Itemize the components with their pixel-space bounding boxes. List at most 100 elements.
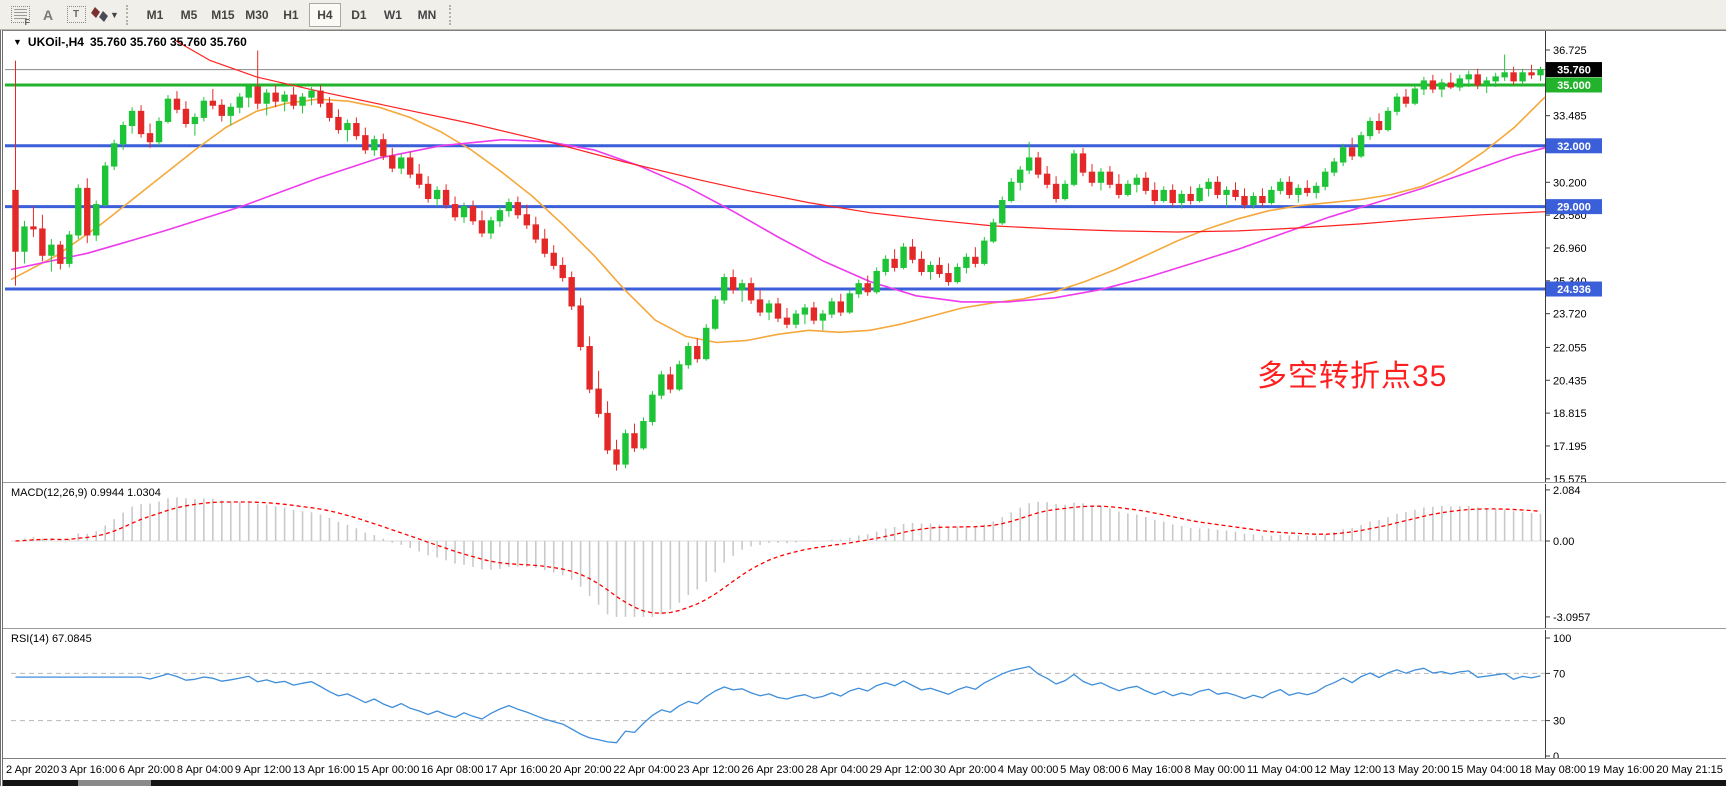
candle-body <box>865 284 870 292</box>
candle-body <box>1430 81 1435 89</box>
candle-body <box>1475 75 1480 85</box>
arrows-tool-button[interactable]: ▼ <box>91 3 120 27</box>
timeframe-button-m5[interactable]: M5 <box>173 3 205 27</box>
x-axis-label: 22 Apr 04:00 <box>613 764 675 776</box>
time-axis[interactable]: 2 Apr 20203 Apr 16:006 Apr 20:008 Apr 04… <box>3 758 1726 780</box>
arrows-icon <box>92 9 107 20</box>
candle-body <box>874 271 879 291</box>
timeframe-button-w1[interactable]: W1 <box>377 3 409 27</box>
candle-body <box>1206 182 1211 188</box>
x-axis-label: 8 Apr 04:00 <box>177 764 233 776</box>
candle-body <box>1152 190 1157 200</box>
candle-body <box>246 87 251 97</box>
timeframe-button-m1[interactable]: M1 <box>139 3 171 27</box>
text-tool-button[interactable]: T <box>63 3 89 27</box>
candle-body <box>1107 172 1112 184</box>
candle-body <box>973 257 978 263</box>
macd-indicator-panel[interactable]: 2.0840.00-3.0957 MACD(12,26,9) 0.9944 1.… <box>3 484 1726 628</box>
timeframe-button-mn[interactable]: MN <box>411 3 443 27</box>
rsi-indicator-panel[interactable]: 10070300 RSI(14) 67.0845 <box>3 630 1726 758</box>
candle-body <box>1349 148 1354 156</box>
candle-body <box>1000 201 1005 223</box>
macd-canvas[interactable]: 2.0840.00-3.0957 <box>3 484 1726 628</box>
candle-body <box>1538 70 1543 75</box>
candle-body <box>677 365 682 389</box>
candle-body <box>551 253 556 265</box>
candle-body <box>336 117 341 129</box>
price-tick-label: 15.575 <box>1553 474 1587 482</box>
candle-body <box>237 97 242 107</box>
timeframe-button-d1[interactable]: D1 <box>343 3 375 27</box>
candle-body <box>1170 190 1175 202</box>
x-axis-label: 5 May 08:00 <box>1060 764 1121 776</box>
fibonacci-tool-button[interactable]: F <box>7 3 33 27</box>
chart-title: ▼ UKOil-,H4 35.760 35.760 35.760 35.760 <box>13 35 247 49</box>
x-axis-label: 4 May 00:00 <box>998 764 1059 776</box>
candle-body <box>174 99 179 109</box>
candle-body <box>407 158 412 174</box>
price-badge-label: 35.000 <box>1557 80 1591 92</box>
candle-body <box>955 267 960 281</box>
candle-body <box>856 284 861 294</box>
candle-body <box>1457 79 1462 87</box>
candle-body <box>31 227 36 229</box>
x-axis-label: 18 May 08:00 <box>1520 764 1587 776</box>
candle-body <box>390 156 395 168</box>
candle-body <box>497 211 502 221</box>
candle-body <box>820 314 825 320</box>
x-axis-label: 9 Apr 12:00 <box>235 764 291 776</box>
candle-body <box>542 239 547 253</box>
candle-body <box>721 278 726 300</box>
arrows-dropdown-caret-icon[interactable]: ▼ <box>110 10 119 20</box>
symbol-dropdown-icon[interactable]: ▼ <box>13 37 22 47</box>
candle-body <box>1260 196 1265 202</box>
candle-body <box>1412 89 1417 103</box>
candle-body <box>1493 77 1498 81</box>
candle-body <box>1026 158 1031 170</box>
top-toolbar: F A T ▼ M1M5M15M30H1H4D1W1MN <box>0 0 1726 30</box>
candle-body <box>1278 182 1283 190</box>
candle-body <box>1484 81 1489 85</box>
candle-body <box>1394 97 1399 111</box>
price-tick-label: 23.720 <box>1553 309 1587 321</box>
candle-body <box>695 347 700 359</box>
candle-body <box>165 99 170 121</box>
macd-label: MACD(12,26,9) 0.9944 1.0304 <box>11 487 161 499</box>
x-axis-label: 2 Apr 2020 <box>6 764 59 776</box>
price-badge-label: 29.000 <box>1557 202 1591 214</box>
timeframe-button-h4[interactable]: H4 <box>309 3 341 27</box>
candle-body <box>1331 162 1336 172</box>
rsi-axis-label: 30 <box>1553 716 1565 728</box>
text-label-tool-button[interactable]: A <box>35 3 61 27</box>
candle-body <box>40 229 45 255</box>
candle-body <box>273 93 278 101</box>
timeframe-button-h1[interactable]: H1 <box>275 3 307 27</box>
candle-body <box>1314 186 1319 192</box>
price-chart-panel[interactable]: 36.72535.10533.48531.86530.20028.58026.9… <box>3 30 1726 482</box>
candle-body <box>901 247 906 267</box>
candle-body <box>156 121 161 141</box>
price-chart-canvas[interactable]: 36.72535.10533.48531.86530.20028.58026.9… <box>3 31 1726 482</box>
candle-body <box>76 188 81 235</box>
price-tick-label: 20.435 <box>1553 375 1587 387</box>
candle-body <box>1439 83 1444 89</box>
timeframe-button-m30[interactable]: M30 <box>241 3 273 27</box>
x-axis-label: 6 May 16:00 <box>1122 764 1183 776</box>
candle-body <box>120 126 125 144</box>
price-tick-label: 26.960 <box>1553 243 1587 255</box>
candle-body <box>147 134 152 142</box>
candle-body <box>67 235 72 263</box>
window-edge-segment <box>78 780 151 786</box>
x-axis-label: 8 May 00:00 <box>1185 764 1246 776</box>
x-axis-label: 28 Apr 04:00 <box>806 764 868 776</box>
price-tick-label: 22.055 <box>1553 342 1587 354</box>
candle-body <box>1340 148 1345 162</box>
candle-body <box>1125 184 1130 194</box>
macd-axis-label: -3.0957 <box>1553 612 1590 624</box>
candle-body <box>587 347 592 390</box>
timeframe-button-m15[interactable]: M15 <box>207 3 239 27</box>
candle-body <box>1018 170 1023 182</box>
candle-body <box>1251 196 1256 204</box>
candle-body <box>129 111 134 125</box>
rsi-canvas[interactable]: 10070300 <box>3 630 1726 758</box>
